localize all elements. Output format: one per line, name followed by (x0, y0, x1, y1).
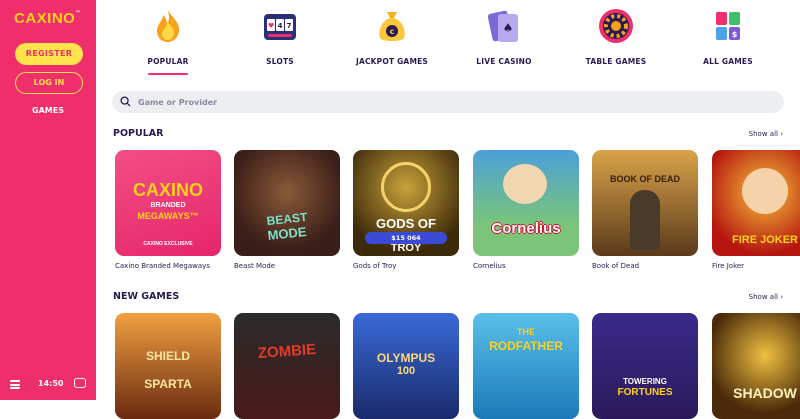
tab-popular[interactable]: POPULAR (123, 8, 213, 66)
game-tile[interactable]: FIRE JOKER Fire Joker (712, 150, 800, 270)
game-thumbnail[interactable]: GODS OF TROY $15 064 (353, 150, 459, 256)
search-bar[interactable] (112, 91, 784, 113)
svg-text:♠: ♠ (503, 21, 514, 35)
game-tile[interactable]: SHADOW (712, 313, 800, 419)
game-thumbnail[interactable]: THE RODFATHER (473, 313, 579, 419)
exclusive-badge: CAXINO EXCLUSIVE (143, 241, 193, 247)
game-tile[interactable]: CAXINO BRANDED MEGAWAYS™ CAXINO EXCLUSIV… (115, 150, 221, 270)
search-input[interactable] (138, 91, 638, 113)
new-games-section-title: NEW GAMES (113, 291, 180, 302)
tab-all-games-label: ALL GAMES (703, 57, 753, 66)
login-button[interactable]: LOG IN (15, 72, 83, 94)
game-tile[interactable]: SHIELD SPARTA (115, 313, 221, 419)
popular-section-title: POPULAR (113, 128, 164, 139)
sidebar: CAXINO™ REGISTER LOG IN GAMES 14:50 (0, 0, 96, 400)
svg-text:c: c (390, 27, 395, 36)
sidebar-item-games[interactable]: GAMES (0, 106, 96, 115)
tab-jackpot-games[interactable]: c JACKPOT GAMES (347, 8, 437, 66)
tab-slots-label: SLOTS (266, 57, 294, 66)
game-thumbnail[interactable]: TOWERING FORTUNES (592, 313, 698, 419)
logo[interactable]: CAXINO™ (14, 10, 81, 27)
roulette-wheel-icon (599, 9, 633, 43)
game-tile[interactable]: BOOK OF DEAD Book of Dead (592, 150, 698, 270)
game-tile[interactable]: TOWERING FORTUNES (592, 313, 698, 419)
tab-jackpot-games-label: JACKPOT GAMES (355, 57, 429, 66)
svg-text:4: 4 (278, 22, 283, 30)
svg-text:$: $ (732, 30, 738, 39)
game-title[interactable]: Book of Dead (592, 262, 698, 270)
flame-icon (157, 10, 180, 42)
game-tile[interactable]: OLYMPUS 100 (353, 313, 459, 419)
search-icon (120, 96, 131, 107)
game-title[interactable]: Caxino Branded Megaways (115, 262, 221, 270)
active-tab-indicator (148, 73, 188, 75)
chat-icon[interactable] (74, 378, 86, 388)
tab-table-games-label: TABLE GAMES (585, 57, 647, 66)
game-thumbnail[interactable]: ZOMBIE (234, 313, 340, 419)
game-thumbnail[interactable]: SHADOW (712, 313, 800, 419)
tab-live-casino[interactable]: ♠ LIVE CASINO (459, 8, 549, 66)
game-title[interactable]: Beast Mode (234, 262, 340, 270)
game-thumbnail[interactable]: SHIELD SPARTA (115, 313, 221, 419)
game-tile[interactable]: GODS OF TROY $15 064 Gods of Troy (353, 150, 459, 270)
grid-icon: $ (716, 12, 740, 40)
new-games-show-all-link[interactable]: Show all (749, 293, 783, 301)
tab-table-games[interactable]: TABLE GAMES (571, 8, 661, 66)
game-thumbnail[interactable]: Cornelius (473, 150, 579, 256)
game-tile[interactable]: THE RODFATHER (473, 313, 579, 419)
game-thumbnail[interactable]: CAXINO BRANDED MEGAWAYS™ CAXINO EXCLUSIV… (115, 150, 221, 256)
game-title[interactable]: Cornelius (473, 262, 579, 270)
sidebar-footer: 14:50 (8, 378, 88, 392)
game-tile[interactable]: BEAST MODE Beast Mode (234, 150, 340, 270)
game-thumbnail[interactable]: FIRE JOKER (712, 150, 800, 256)
clock: 14:50 (38, 379, 64, 388)
game-tile[interactable]: Cornelius Cornelius (473, 150, 579, 270)
tab-popular-label: POPULAR (147, 57, 189, 66)
svg-text:7: 7 (287, 22, 292, 30)
popular-show-all-link[interactable]: Show all (749, 130, 783, 138)
game-thumbnail[interactable]: OLYMPUS 100 (353, 313, 459, 419)
svg-text:♥: ♥ (268, 22, 274, 30)
tab-live-casino-label: LIVE CASINO (476, 57, 532, 66)
cards-icon: ♠ (487, 10, 518, 42)
game-title[interactable]: Fire Joker (712, 262, 800, 270)
tab-all-games[interactable]: $ ALL GAMES (683, 8, 773, 66)
jackpot-amount-badge: $15 064 (365, 232, 447, 244)
game-thumbnail[interactable]: BOOK OF DEAD (592, 150, 698, 256)
tab-slots[interactable]: ♥ 4 7 SLOTS (235, 8, 325, 66)
hamburger-icon[interactable] (10, 380, 20, 389)
game-title[interactable]: Gods of Troy (353, 262, 459, 270)
game-thumbnail[interactable]: BEAST MODE (234, 150, 340, 256)
money-bag-icon: c (379, 12, 405, 41)
game-tile[interactable]: ZOMBIE (234, 313, 340, 419)
slot-machine-icon: ♥ 4 7 (264, 14, 296, 40)
register-button[interactable]: REGISTER (15, 43, 83, 65)
